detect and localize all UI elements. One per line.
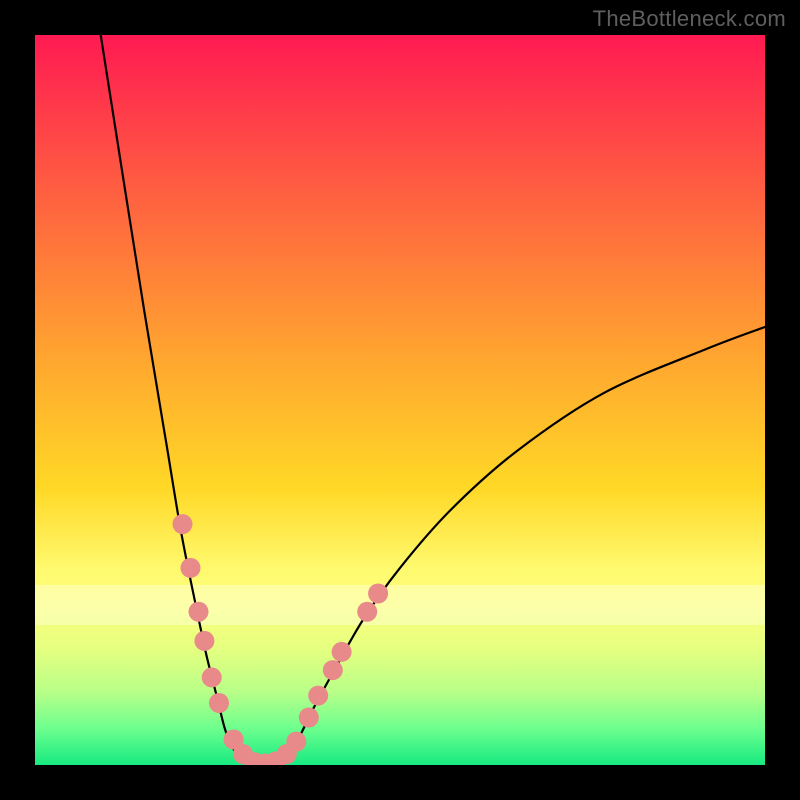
data-marker [368,584,388,604]
data-marker [286,732,306,752]
data-marker [181,558,201,578]
data-marker [173,514,193,534]
watermark-text: TheBottleneck.com [593,6,786,32]
chart-svg [35,35,765,765]
data-marker [277,744,297,764]
data-marker [357,602,377,622]
data-marker [224,730,244,750]
data-marker [244,752,264,765]
data-marker [266,751,286,765]
data-marker [299,708,319,728]
data-markers [173,514,389,765]
data-marker [233,744,253,764]
plot-area [35,35,765,765]
data-marker [209,693,229,713]
data-marker [189,602,209,622]
data-marker [194,631,214,651]
data-marker [323,660,343,680]
chart-frame: TheBottleneck.com [0,0,800,800]
data-marker [332,642,352,662]
data-marker [308,686,328,706]
pale-yellow-band [35,585,765,625]
data-marker [255,754,275,766]
data-marker [202,667,222,687]
bottleneck-curve [101,35,765,765]
